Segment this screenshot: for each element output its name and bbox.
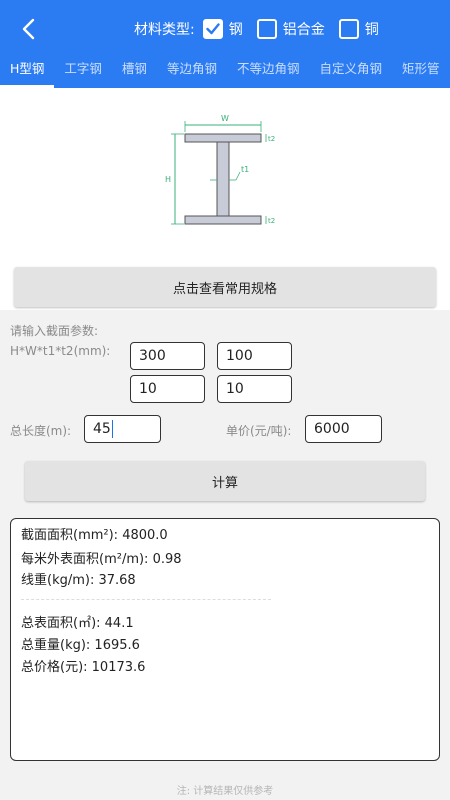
tab-channel[interactable]: 槽钢 [112,55,157,88]
material-option-label: 钢 [228,22,243,38]
material-option-copper[interactable]: 铜 [338,19,379,39]
t1-input[interactable]: 10 [130,375,205,403]
result-divider [21,599,271,600]
h-beam-diagram: W H t1 t2 t2 [165,114,275,225]
section-tabs: H型钢 工字钢 槽钢 等边角钢 不等边角钢 自定义角钢 矩形管 [0,55,450,88]
length-label: 总长度(m): [10,424,72,438]
back-button[interactable] [14,14,42,44]
material-option-steel[interactable]: 钢 [202,19,243,39]
result-line-weight: 线重(kg/m): 37.68 [21,573,136,588]
result-total-surface: 总表面积(㎡): 44.1 [21,616,134,631]
checkbox-aluminum[interactable] [256,19,277,39]
dim-t2-top-label: t2 [268,135,275,143]
result-panel: 截面面积(mm²): 4800.0 每米外表面积(m²/m): 0.98 线重(… [10,518,440,761]
material-type-row: 材料类型: 钢 铝合金 铜 [134,16,393,42]
material-option-label: 铜 [364,22,379,38]
w-input[interactable]: 100 [217,342,292,370]
length-value: 45 [93,421,111,437]
result-surface-per-meter: 每米外表面积(m²/m): 0.98 [21,552,182,567]
text-cursor [111,420,114,438]
dim-h-label: H [165,175,171,184]
disclaimer-note: 注: 计算结果仅供参考 [176,786,274,797]
result-area: 截面面积(mm²): 4800.0 [21,528,168,543]
length-input[interactable]: 45 [84,415,161,443]
result-total-weight: 总重量(kg): 1695.6 [21,638,140,653]
checkbox-steel[interactable] [202,19,223,39]
t2-input[interactable]: 10 [217,375,292,403]
material-option-aluminum[interactable]: 铝合金 [256,19,325,39]
params-formula: H*W*t1*t2(mm): [10,344,111,358]
checkbox-copper[interactable] [338,19,359,39]
tab-custom-angle[interactable]: 自定义角钢 [309,55,392,88]
web-shape [216,141,230,217]
tab-i-beam[interactable]: 工字钢 [54,55,112,88]
dim-t1-label: t1 [241,165,249,174]
h-input[interactable]: 300 [130,342,205,370]
tab-rect-tube[interactable]: 矩形管 [392,55,450,88]
view-common-specs-button[interactable]: 点击查看常用规格 [14,267,436,307]
tab-unequal-angle[interactable]: 不等边角钢 [227,55,310,88]
material-option-label: 铝合金 [282,22,325,38]
params-prompt: 请输入截面参数: [10,324,99,338]
result-total-price: 总价格(元): 10173.6 [21,660,146,675]
unit-price-label: 单价(元/吨): [226,424,292,438]
app-header: 材料类型: 钢 铝合金 铜 H型钢 工字钢 槽钢 等边角钢 不等边角钢 自定义角… [0,0,450,88]
bottom-flange-shape [184,215,262,225]
checkmark-icon [206,23,220,35]
top-flange-shape [184,133,262,143]
back-arrow-icon [22,18,35,40]
dim-t2-bottom-label: t2 [268,217,275,225]
calculate-button[interactable]: 计算 [25,461,425,501]
tab-h-beam[interactable]: H型钢 [0,55,55,88]
dim-w-label: W [221,114,229,123]
unit-price-input[interactable]: 6000 [305,415,382,443]
tab-equal-angle[interactable]: 等边角钢 [157,55,227,88]
material-type-label: 材料类型: [134,22,195,38]
